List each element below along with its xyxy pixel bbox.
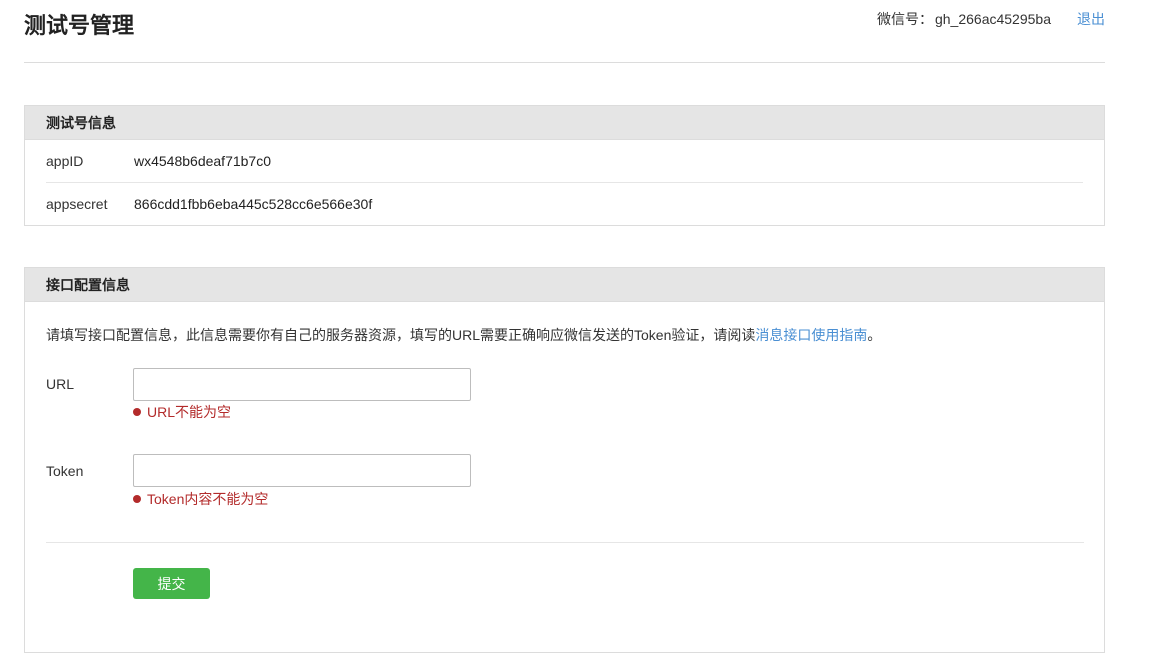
interface-config-panel: 接口配置信息 请填写接口配置信息，此信息需要你有自己的服务器资源，填写的URL需… [24,267,1105,653]
header: 测试号管理 微信号： gh_266ac45295ba 退出 [24,0,1105,63]
token-error: Token内容不能为空 [133,490,268,508]
url-label: URL [46,376,75,392]
token-label: Token [46,463,84,479]
token-input[interactable] [133,454,471,487]
info-value: wx4548b6deaf71b7c0 [134,153,272,169]
description-text: 请填写接口配置信息，此信息需要你有自己的服务器资源，填写的URL需要正确响应微信… [46,327,756,343]
description-end: 。 [867,327,882,343]
divider [46,542,1084,543]
info-row-appid: appID wx4548b6deaf71b7c0 [46,140,1083,182]
guide-link[interactable]: 消息接口使用指南 [755,327,867,343]
test-account-info-panel: 测试号信息 appID wx4548b6deaf71b7c0 appsecret… [24,105,1105,226]
token-error-text: Token内容不能为空 [147,491,269,507]
panel-title: 接口配置信息 [25,268,1104,302]
page: 测试号管理 微信号： gh_266ac45295ba 退出 测试号信息 appID … [0,0,1150,670]
error-dot-icon [133,495,141,503]
info-value: 866cdd1fbb6eba445c528cc6e566e30f [134,196,373,212]
account-info: 微信号： gh_266ac45295ba 退出 [877,10,1105,28]
page-title: 测试号管理 [24,13,135,38]
config-body: 请填写接口配置信息，此信息需要你有自己的服务器资源，填写的URL需要正确响应微信… [25,302,1104,652]
panel-title: 测试号信息 [25,106,1104,140]
account-label: 微信号： [876,11,933,27]
url-input[interactable] [133,368,471,401]
error-dot-icon [133,408,141,416]
config-description: 请填写接口配置信息，此信息需要你有自己的服务器资源，填写的URL需要正确响应微信… [46,326,881,344]
account-id: gh_266ac45295ba [934,11,1051,27]
submit-button[interactable]: 提交 [133,568,210,599]
url-error: URL不能为空 [133,403,231,421]
url-error-text: URL不能为空 [147,404,232,420]
info-key: appsecret [46,196,108,212]
logout-link[interactable]: 退出 [1077,11,1105,27]
info-row-appsecret: appsecret 866cdd1fbb6eba445c528cc6e566e3… [46,182,1083,224]
info-key: appID [46,153,84,169]
